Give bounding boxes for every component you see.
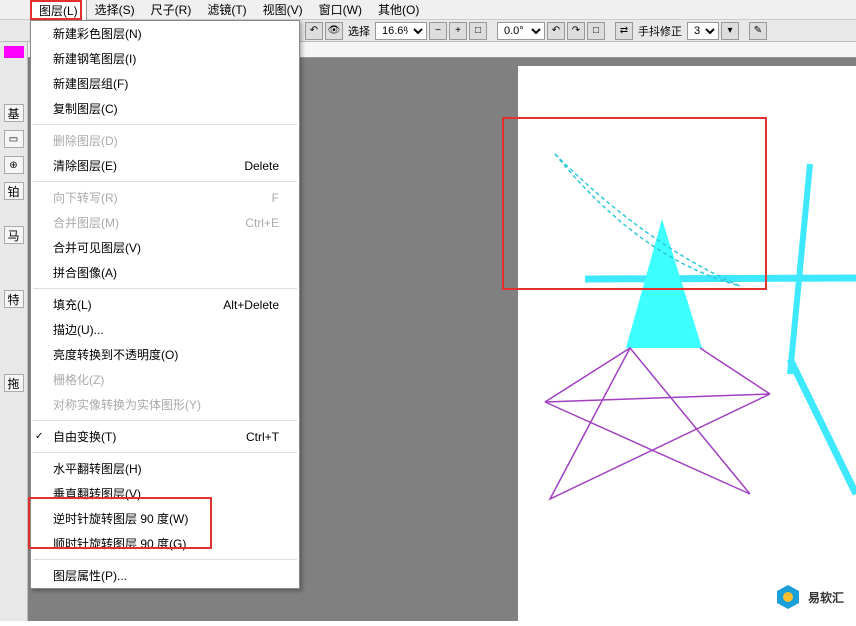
menu-rotate-ccw-90[interactable]: 逆时针旋转图层 90 度(W): [31, 506, 299, 531]
watermark-logo-icon: [774, 583, 802, 611]
eye-icon[interactable]: 👁: [325, 22, 343, 40]
canvas-drawing: [490, 24, 856, 584]
dropdown-sep: [33, 181, 297, 182]
menu-stroke[interactable]: 描边(U)...: [31, 317, 299, 342]
select-mode-label: 选择: [345, 23, 373, 39]
menu-window[interactable]: 窗口(W): [311, 0, 370, 20]
menu-select[interactable]: 选择(S): [87, 0, 143, 20]
menu-fill[interactable]: 填充(L)Alt+Delete: [31, 292, 299, 317]
layer-dropdown-menu: 新建彩色图层(N) 新建钢笔图层(I) 新建图层组(F) 复制图层(C) 删除图…: [30, 20, 300, 589]
menu-filter[interactable]: 滤镜(T): [199, 0, 254, 20]
tool-base[interactable]: 基: [4, 104, 24, 122]
zoom-in-icon[interactable]: +: [449, 22, 467, 40]
menu-free-transform[interactable]: ✓自由变换(T)Ctrl+T: [31, 424, 299, 449]
watermark-text: 易软汇: [808, 589, 844, 606]
tool-te[interactable]: 特: [4, 290, 24, 308]
menu-clear-layer[interactable]: 清除图层(E)Delete: [31, 153, 299, 178]
tool-ma[interactable]: 马: [4, 226, 24, 244]
menu-flatten[interactable]: 拼合图像(A): [31, 260, 299, 285]
menu-layer[interactable]: 图层(L): [30, 0, 87, 21]
watermark: 易软汇: [774, 583, 844, 611]
zoom-select[interactable]: 16.6%: [375, 22, 427, 40]
menu-new-pen-layer[interactable]: 新建钢笔图层(I): [31, 46, 299, 71]
color-swatch-magenta[interactable]: [4, 46, 24, 58]
menu-duplicate-layer[interactable]: 复制图层(C): [31, 96, 299, 121]
menu-symmetry-convert: 对称实像转换为实体图形(Y): [31, 392, 299, 417]
dropdown-sep: [33, 420, 297, 421]
menubar: 图层(L) 选择(S) 尺子(R) 滤镜(T) 视图(V) 窗口(W) 其他(O…: [0, 0, 856, 20]
dropdown-sep: [33, 559, 297, 560]
menu-brightness-to-opacity[interactable]: 亮度转换到不透明度(O): [31, 342, 299, 367]
dropdown-sep: [33, 288, 297, 289]
menu-rotate-cw-90[interactable]: 顺时针旋转图层 90 度(G): [31, 531, 299, 556]
menu-new-color-layer[interactable]: 新建彩色图层(N): [31, 21, 299, 46]
left-toolbar: 基 ▭ ⊕ 铂 马 特 拖: [0, 42, 28, 621]
tool-tuo[interactable]: 拖: [4, 374, 24, 392]
menu-delete-layer: 删除图层(D): [31, 128, 299, 153]
menu-rasterize: 栅格化(Z): [31, 367, 299, 392]
menu-new-layer-group[interactable]: 新建图层组(F): [31, 71, 299, 96]
dropdown-sep: [33, 124, 297, 125]
dropdown-sep: [33, 452, 297, 453]
menu-transfer-down: 向下转写(R)F: [31, 185, 299, 210]
undo-icon[interactable]: ↶: [305, 22, 323, 40]
menu-flip-vertical[interactable]: 垂直翻转图层(V): [31, 481, 299, 506]
tool-rect[interactable]: ▭: [4, 130, 24, 148]
menu-merge-layer: 合并图层(M)Ctrl+E: [31, 210, 299, 235]
menu-view[interactable]: 视图(V): [255, 0, 311, 20]
menu-other[interactable]: 其他(O): [370, 0, 427, 20]
menu-layer-properties[interactable]: 图层属性(P)...: [31, 563, 299, 588]
tool-bo[interactable]: 铂: [4, 182, 24, 200]
zoom-fit-icon[interactable]: □: [469, 22, 487, 40]
menu-flip-horizontal[interactable]: 水平翻转图层(H): [31, 456, 299, 481]
menu-merge-visible[interactable]: 合并可见图层(V): [31, 235, 299, 260]
check-icon: ✓: [35, 431, 43, 442]
tool-plus[interactable]: ⊕: [4, 156, 24, 174]
menu-ruler[interactable]: 尺子(R): [143, 0, 200, 20]
zoom-out-icon[interactable]: −: [429, 22, 447, 40]
